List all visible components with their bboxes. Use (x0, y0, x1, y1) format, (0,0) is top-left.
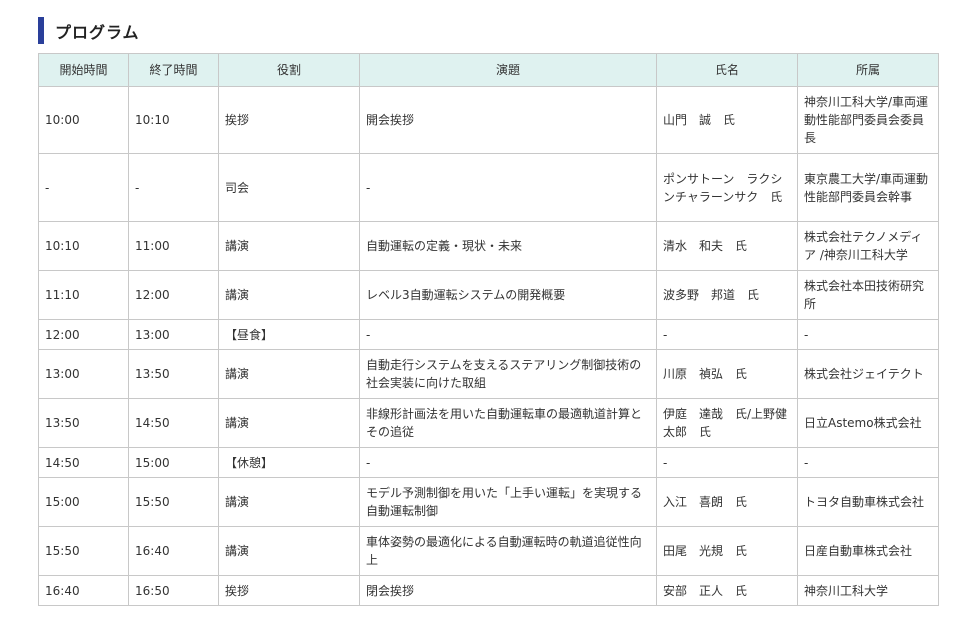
title-cell: 非線形計画法を用いた自動運転車の最適軌道計算とその追従 (359, 398, 657, 448)
title-cell: レベル3自動運転システムの開発概要 (359, 270, 657, 320)
role-cell: 講演 (218, 526, 360, 576)
role-cell: 挨拶 (218, 575, 360, 606)
end-time-cell: 13:50 (128, 349, 219, 399)
header-affiliation: 所属 (797, 53, 939, 87)
name-cell: 入江 喜朗 氏 (656, 477, 798, 527)
name-cell: 山門 誠 氏 (656, 86, 798, 154)
section-title: プログラム (55, 22, 140, 42)
end-time-cell: 13:00 (128, 319, 219, 350)
start-time-cell: 13:50 (38, 398, 129, 448)
start-time-cell: 10:10 (38, 221, 129, 271)
table-row: 16:40 16:50 挨拶 閉会挨拶 安部 正人 氏神奈川工科大学 (38, 575, 939, 606)
end-time-cell: 16:40 (128, 526, 219, 576)
table-row: 14:50 15:00 【休憩】 - - - (38, 447, 939, 478)
start-time-cell: 15:00 (38, 477, 129, 527)
program-table: 開始時間 終了時間 役割 演題 氏名 所属 10:00 10:10 挨拶 開会挨拶 山門… (38, 53, 939, 606)
table-row: 12:00 13:00 【昼食】 - - - (38, 319, 939, 350)
title-cell: 車体姿勢の最適化による自動運転時の軌道追従性向上 (359, 526, 657, 576)
header-start-time: 開始時間 (38, 53, 129, 87)
role-cell: 講演 (218, 477, 360, 527)
header-title: 演題 (359, 53, 657, 87)
heading-accent-bar (38, 17, 44, 44)
end-time-cell: - (128, 153, 219, 222)
role-cell: 講演 (218, 349, 360, 399)
header-role: 役割 (218, 53, 360, 87)
start-time-cell: 14:50 (38, 447, 129, 478)
role-cell: 講演 (218, 221, 360, 271)
name-cell: ポンサトーン ラクシンチャラーンサク 氏 (656, 153, 798, 222)
end-time-cell: 14:50 (128, 398, 219, 448)
name-cell: 清水 和夫 氏 (656, 221, 798, 271)
title-cell: 自動走行システムを支えるステアリング制御技術の社会実装に向けた取組 (359, 349, 657, 399)
name-cell: 波多野 邦道 氏 (656, 270, 798, 320)
title-cell: 自動運転の定義・現状・未来 (359, 221, 657, 271)
affiliation-cell: 東京農工大学/車両運動性能部門委員会幹事 (797, 153, 939, 222)
end-time-cell: 11:00 (128, 221, 219, 271)
affiliation-cell: 株式会社本田技術研究所 (797, 270, 939, 320)
start-time-cell: 12:00 (38, 319, 129, 350)
affiliation-cell: 神奈川工科大学/車両運動性能部門委員会委員長 (797, 86, 939, 154)
name-cell: 田尾 光規 氏 (656, 526, 798, 576)
role-cell: 挨拶 (218, 86, 360, 154)
name-cell: 川原 禎弘 氏 (656, 349, 798, 399)
start-time-cell: 11:10 (38, 270, 129, 320)
affiliation-cell: 神奈川工科大学 (797, 575, 939, 606)
end-time-cell: 10:10 (128, 86, 219, 154)
start-time-cell: - (38, 153, 129, 222)
table-row: 15:00 15:50 講演 モデル予測制御を用いた「上手い運転」を実現する自動運転制… (38, 477, 939, 527)
name-cell: 伊庭 達哉 氏/上野健太郎 氏 (656, 398, 798, 448)
table-row: - - 司会 - ポンサトーン ラクシンチャラーンサク 氏東京農工大学/車両運動性能部門… (38, 153, 939, 222)
table-row: 11:10 12:00 講演 レベル3自動運転システムの開発概要 波多野 邦道 氏株式会… (38, 270, 939, 320)
end-time-cell: 15:00 (128, 447, 219, 478)
name-cell: - (656, 447, 798, 478)
role-cell: 【昼食】 (218, 319, 360, 350)
section-heading: プログラム (38, 17, 140, 44)
affiliation-cell: トヨタ自動車株式会社 (797, 477, 939, 527)
affiliation-cell: 株式会社テクノメディア /神奈川工科大学 (797, 221, 939, 271)
name-cell: - (656, 319, 798, 350)
table-row: 13:50 14:50 講演 非線形計画法を用いた自動運転車の最適軌道計算とその追従伊… (38, 398, 939, 448)
name-cell: 安部 正人 氏 (656, 575, 798, 606)
header-end-time: 終了時間 (128, 53, 219, 87)
role-cell: 【休憩】 (218, 447, 360, 478)
affiliation-cell: 日立Astemo株式会社 (797, 398, 939, 448)
header-name: 氏名 (656, 53, 798, 87)
title-cell: モデル予測制御を用いた「上手い運転」を実現する自動運転制御 (359, 477, 657, 527)
title-cell: 開会挨拶 (359, 86, 657, 154)
affiliation-cell: - (797, 447, 939, 478)
title-cell: - (359, 319, 657, 350)
table-row: 15:50 16:40 講演 車体姿勢の最適化による自動運転時の軌道追従性向上 田尾 光… (38, 526, 939, 576)
start-time-cell: 15:50 (38, 526, 129, 576)
title-cell: - (359, 153, 657, 222)
role-cell: 司会 (218, 153, 360, 222)
end-time-cell: 16:50 (128, 575, 219, 606)
affiliation-cell: - (797, 319, 939, 350)
start-time-cell: 16:40 (38, 575, 129, 606)
end-time-cell: 12:00 (128, 270, 219, 320)
title-cell: - (359, 447, 657, 478)
role-cell: 講演 (218, 398, 360, 448)
end-time-cell: 15:50 (128, 477, 219, 527)
start-time-cell: 13:00 (38, 349, 129, 399)
table-header-row: 開始時間 終了時間 役割 演題 氏名 所属 (38, 53, 939, 87)
table-row: 10:10 11:00 講演 自動運転の定義・現状・未来 清水 和夫 氏株式会社テクノメ… (38, 221, 939, 271)
affiliation-cell: 株式会社ジェイテクト (797, 349, 939, 399)
title-cell: 閉会挨拶 (359, 575, 657, 606)
table-row: 13:00 13:50 講演 自動走行システムを支えるステアリング制御技術の社会実装に… (38, 349, 939, 399)
table-row: 10:00 10:10 挨拶 開会挨拶 山門 誠 氏神奈川工科大学/車両運動性能部門委員… (38, 86, 939, 154)
start-time-cell: 10:00 (38, 86, 129, 154)
affiliation-cell: 日産自動車株式会社 (797, 526, 939, 576)
role-cell: 講演 (218, 270, 360, 320)
